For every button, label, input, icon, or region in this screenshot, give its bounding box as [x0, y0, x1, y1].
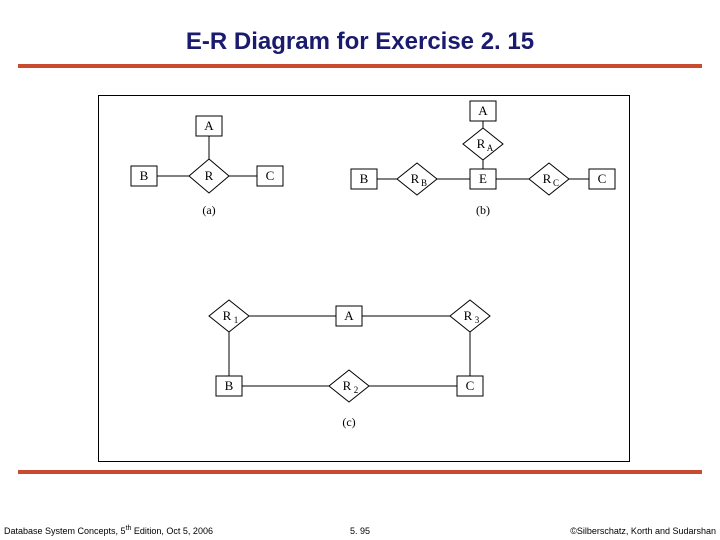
- footer-center: 5. 95: [350, 526, 370, 536]
- relationship-rb-main: R: [411, 171, 420, 186]
- relationship-ra-sub: A: [487, 143, 494, 153]
- caption-c: (c): [342, 415, 355, 429]
- relationship-r3-main: R: [464, 308, 473, 323]
- footer-bar: Database System Concepts, 5th Edition, O…: [0, 522, 720, 540]
- entity-b-a-label: A: [478, 103, 488, 118]
- entity-e-label: E: [479, 171, 487, 186]
- relationship-r-label: R: [205, 168, 214, 183]
- relationship-r1-sub: 1: [234, 315, 239, 325]
- entity-b-c-label: C: [598, 171, 607, 186]
- footer-left: Database System Concepts, 5th Edition, O…: [4, 525, 213, 536]
- entity-c-c-label: C: [466, 378, 475, 393]
- caption-a: (a): [202, 203, 215, 217]
- footer-right: ©Silberschatz, Korth and Sudarshan: [570, 526, 716, 536]
- entity-a-label: A: [204, 118, 214, 133]
- diagram-container: A R B C (a) A R A E R B B R C C (b) R 1 …: [98, 95, 630, 462]
- relationship-rc-sub: C: [553, 178, 559, 188]
- caption-b: (b): [476, 203, 490, 217]
- page-title: E-R Diagram for Exercise 2. 15: [0, 0, 720, 56]
- relationship-r3-sub: 3: [475, 315, 480, 325]
- entity-b-label: B: [140, 168, 149, 183]
- er-diagram-svg: A R B C (a) A R A E R B B R C C (b) R 1 …: [99, 96, 629, 461]
- entity-c-b-label: B: [225, 378, 234, 393]
- title-rule: [18, 64, 702, 68]
- relationship-r2-sub: 2: [354, 385, 359, 395]
- relationship-r2-main: R: [343, 378, 352, 393]
- relationship-rc-main: R: [543, 171, 552, 186]
- entity-c-a-label: A: [344, 308, 354, 323]
- relationship-r1-main: R: [223, 308, 232, 323]
- footer-left-suffix: Edition, Oct 5, 2006: [131, 526, 213, 536]
- diagram-part-b: A R A E R B B R C C (b): [351, 101, 615, 217]
- entity-c-label: C: [266, 168, 275, 183]
- bottom-rule: [18, 470, 702, 474]
- diagram-part-a: A R B C (a): [131, 116, 283, 217]
- diagram-part-c: R 1 A R 3 B R 2 C (c): [209, 300, 490, 429]
- footer-left-prefix: Database System Concepts, 5: [4, 526, 126, 536]
- entity-b-b-label: B: [360, 171, 369, 186]
- relationship-ra-main: R: [477, 136, 486, 151]
- relationship-rb-sub: B: [421, 178, 427, 188]
